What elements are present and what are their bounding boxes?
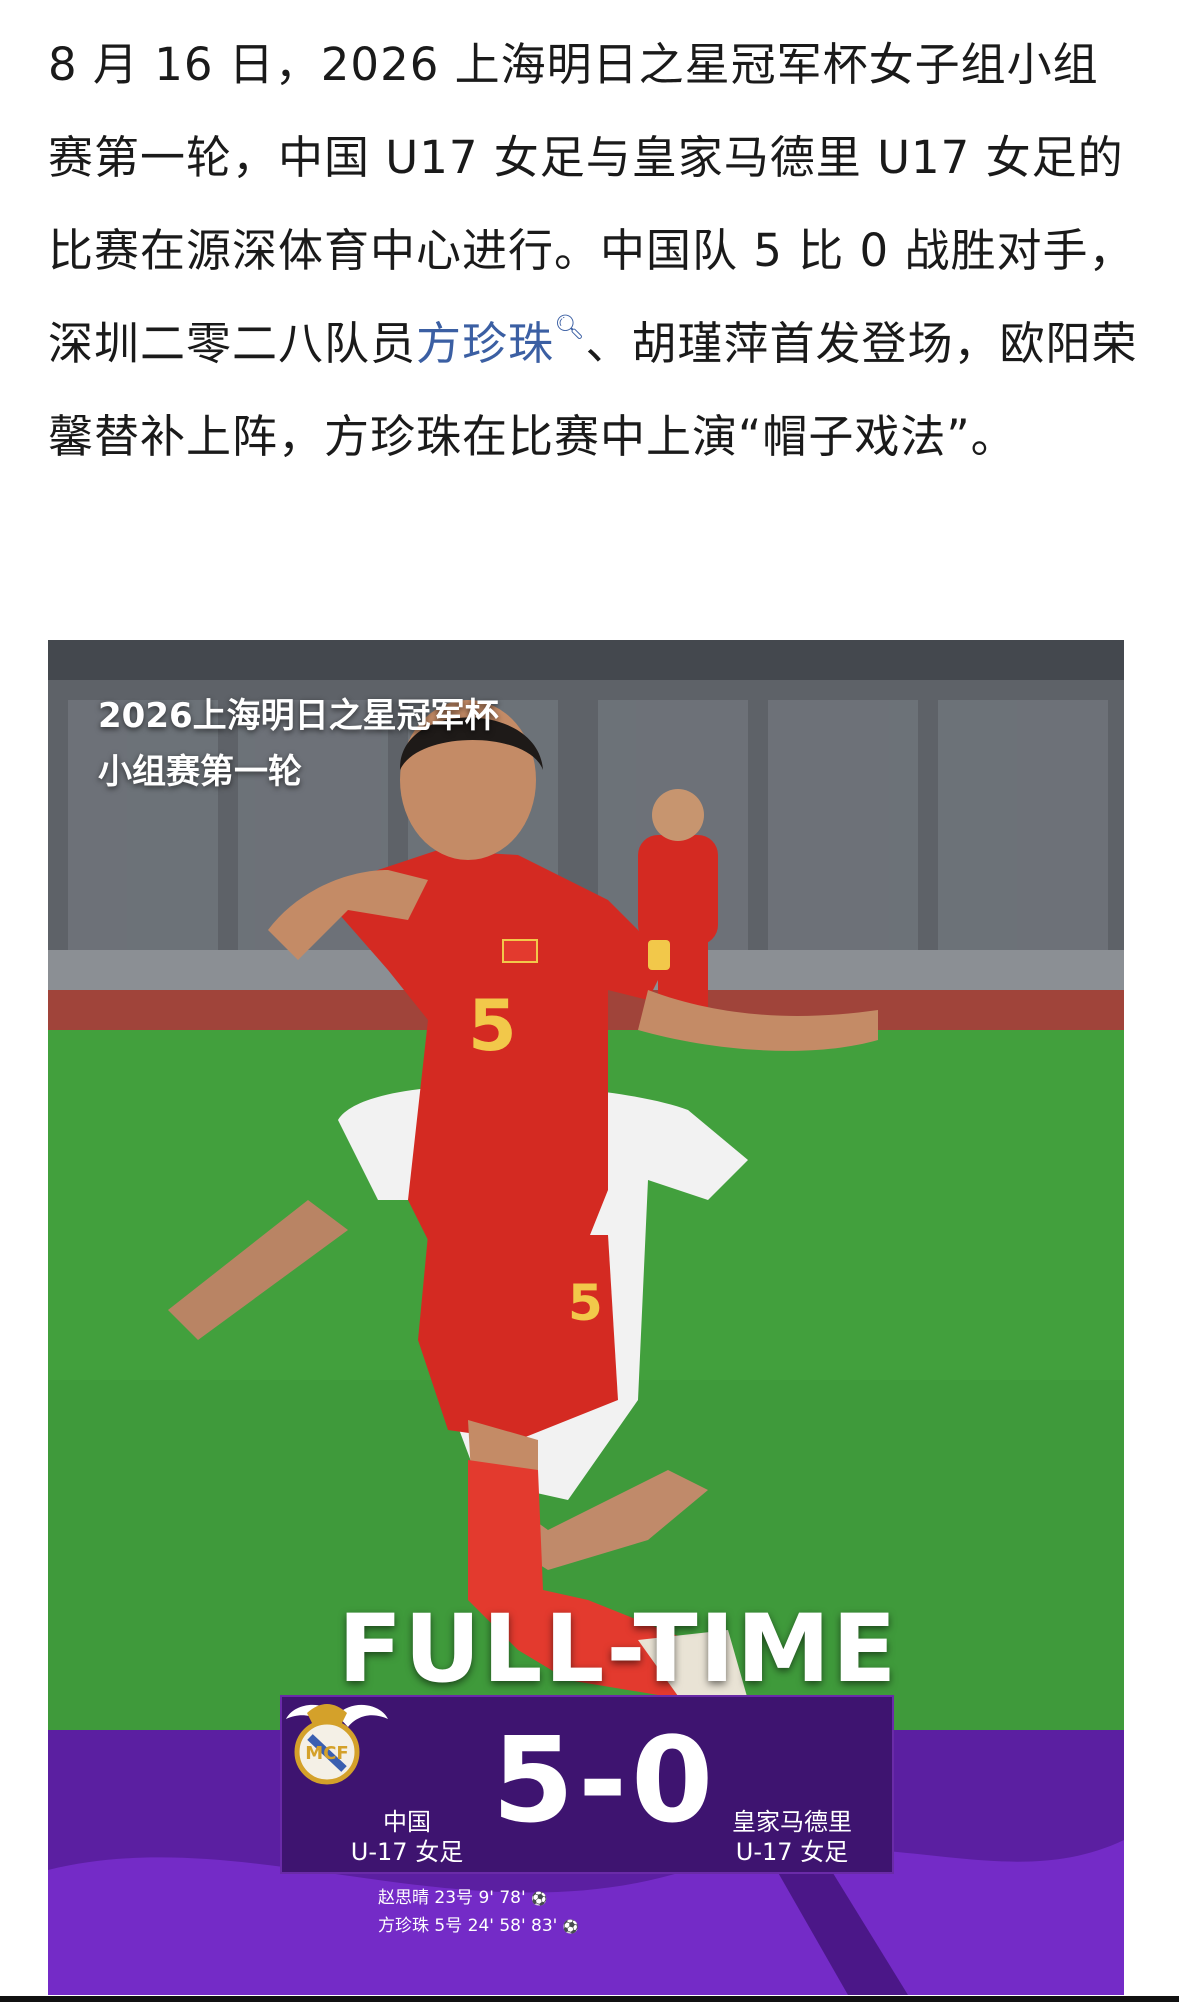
football-icon: ⚽ [562,1920,579,1935]
fulltime-label: FULL-TIME [338,1595,899,1704]
svg-text:MCF: MCF [305,1743,348,1764]
overlay-title-line2: 小组赛第一轮 [98,752,302,792]
overlay-title: 2026上海明日之星冠军杯 小组赛第一轮 [98,688,499,800]
overlay-title-line1: 2026上海明日之星冠军杯 [98,696,499,736]
scoreboard: 中国 U-17 女足 5-0 MCF 皇家马德里 U-17 女足 [280,1695,894,1874]
football-icon: ⚽ [531,1892,548,1907]
scorer-text: 方珍珠 5号 24' 58' 83' [378,1916,558,1936]
scorer-row: 赵思晴 23号 9' 78' ⚽ [378,1885,579,1913]
away-team: 皇家马德里 U-17 女足 [712,1807,872,1867]
away-team-name: 皇家马德里 [732,1808,852,1836]
player-link-label[interactable]: 方珍珠 [416,317,554,370]
final-score: 5-0 [492,1711,718,1849]
jersey-number: 5 [468,985,517,1067]
real-madrid-crest-icon: MCF [294,1704,360,1785]
article-text: 8 月 16 日，2026 上海明日之星冠军杯女子组小组赛第一轮，中国 U17 … [48,18,1138,483]
home-team-sub: U-17 女足 [350,1838,464,1866]
player-link[interactable]: 方珍珠🔍︎ [416,313,585,370]
home-team-name: 中国 [383,1808,431,1836]
shorts-number: 5 [568,1274,603,1332]
bottom-edge [0,1996,1179,2002]
match-photo[interactable]: 5 5 2026上海明日之星冠军杯 小组赛第一轮 FULL-TIME 中国 U-… [48,640,1124,1995]
home-team: 中国 U-17 女足 [337,1807,477,1867]
scorers-list: 赵思晴 23号 9' 78' ⚽ 方珍珠 5号 24' 58' 83' ⚽ [378,1885,579,1941]
search-icon[interactable]: 🔍︎ [554,313,585,341]
scorer-row: 方珍珠 5号 24' 58' 83' ⚽ [378,1913,579,1941]
scorer-text: 赵思晴 23号 9' 78' [378,1888,526,1908]
away-team-sub: U-17 女足 [735,1838,849,1866]
